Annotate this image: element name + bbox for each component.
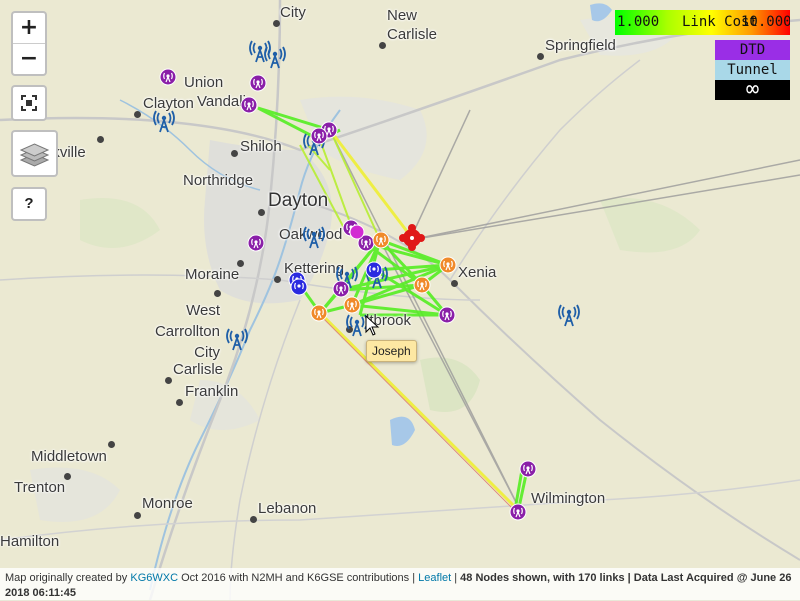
stats-text: 48 Nodes shown, with 170 links [460,572,625,584]
purple-node[interactable] [247,234,265,252]
zoom-control: + − [11,11,47,76]
purple-node[interactable] [240,96,258,114]
zoom-in-button[interactable]: + [13,13,45,43]
attribution-bar: Map originally created by KG6WXC Oct 201… [0,568,800,600]
purple-node[interactable] [159,68,177,86]
purple-node[interactable] [249,74,267,92]
tower-node[interactable] [153,110,175,133]
node-layer [153,40,580,521]
blue-node[interactable] [365,261,383,279]
map-canvas[interactable]: City New Carlisle Springfield Union Clay… [0,0,800,600]
zoom-out-button[interactable]: − [13,43,45,74]
mouse-cursor [365,314,380,336]
help-button[interactable]: ? [11,187,47,221]
tower-node[interactable] [264,46,286,69]
tower-node[interactable] [249,40,271,63]
tower-node[interactable] [303,226,325,249]
tower-node[interactable] [346,314,368,337]
orange-node[interactable] [413,276,431,294]
attribution-prefix: Map originally created by [5,572,128,584]
tower-node[interactable] [558,304,580,327]
blue-node[interactable] [290,278,308,296]
purple-node[interactable] [509,503,527,521]
orange-node[interactable] [372,231,390,249]
orange-node[interactable] [439,256,457,274]
layers-button[interactable] [11,130,58,177]
tower-node[interactable] [226,328,248,351]
magenta-node[interactable] [349,224,365,240]
purple-node[interactable] [332,280,350,298]
attribution-middle: Oct 2016 with N2MH and K6GSE contributio… [181,572,416,584]
attribution-separator: | [454,572,458,584]
link-cost-legend: 1.000 Link Cost 10.000 [615,10,790,35]
orange-node[interactable] [343,296,361,314]
purple-node[interactable] [519,460,537,478]
layers-icon [19,143,50,167]
legend-dtd: DTD [715,40,790,60]
author-link[interactable]: KG6WXC [130,572,178,584]
node-tooltip: Joseph [366,340,417,362]
orange-node[interactable] [310,304,328,322]
purple-node[interactable] [310,127,328,145]
link-cost-min: 1.000 [617,14,660,30]
fullscreen-icon [21,95,37,111]
red-hub-node[interactable] [399,224,425,251]
purple-node[interactable] [438,306,456,324]
legend-infinity: ∞ [715,79,790,101]
link-cost-max: 10.000 [741,14,790,30]
leaflet-link[interactable]: Leaflet [418,572,451,584]
fullscreen-button[interactable] [11,85,47,121]
